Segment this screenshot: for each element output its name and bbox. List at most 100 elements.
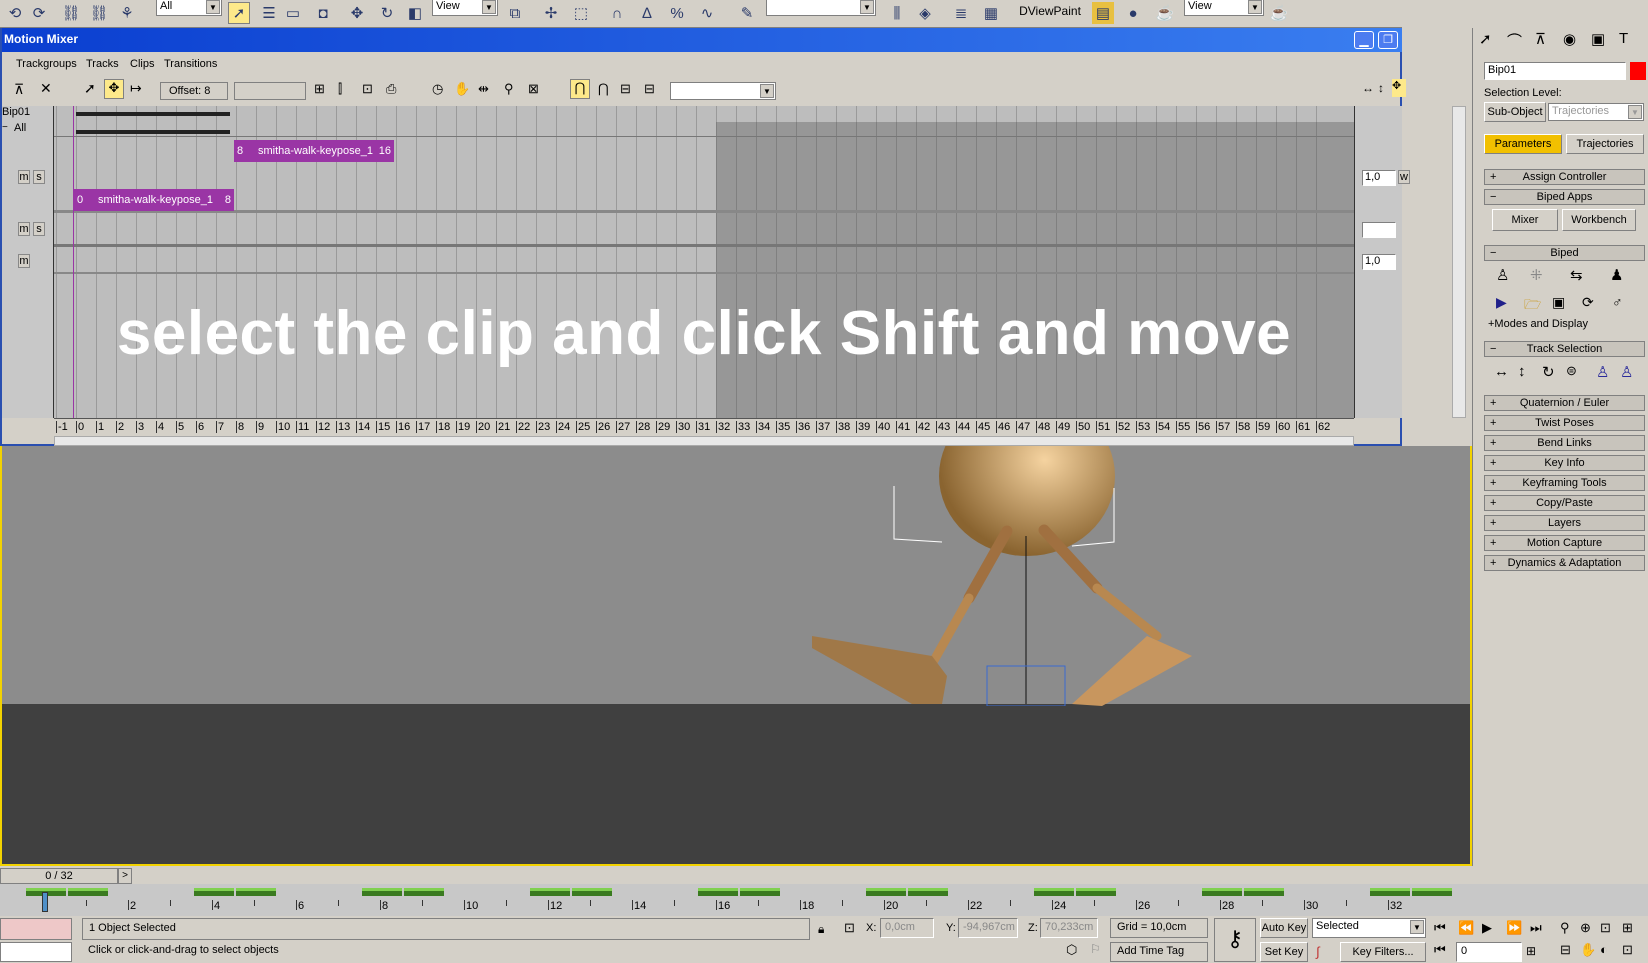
isolate-icon[interactable]: ⬡ — [1066, 942, 1077, 958]
object-name-field[interactable]: Bip01 — [1484, 62, 1626, 80]
rollout-bend-links[interactable]: + Bend Links — [1484, 435, 1645, 451]
lock-cog-icon[interactable]: ⊜ — [1566, 363, 1577, 379]
minimize-button[interactable]: ▁ — [1354, 31, 1374, 49]
go-to-end-icon[interactable]: ⏭ — [1530, 920, 1542, 936]
weight-button-1[interactable]: w — [1398, 170, 1410, 184]
maximize-button[interactable]: ❐ — [1378, 31, 1398, 49]
track-bar[interactable]: 2 4 6 8 10 12 14 16 18 20 22 24 26 28 30 32 — [0, 884, 1648, 916]
set-key-big-button[interactable]: ⚷ — [1214, 918, 1256, 962]
frame-ruler[interactable]: -1 0 1 2 3 4 5 6 7 8 9 10 11 12 13 14 15 16 17 18 19 20 21 22 23… — [54, 418, 1354, 436]
rotate-icon[interactable]: ↻ — [376, 2, 398, 24]
mixer-mode-icon[interactable]: ♟ — [1610, 266, 1623, 284]
select-object-icon[interactable]: ➚ — [228, 2, 250, 24]
utilities-tab-icon[interactable]: T — [1619, 30, 1628, 47]
resize-vertical-icon[interactable]: ↕ — [1378, 81, 1384, 95]
preview-icon[interactable]: ⊟ — [620, 81, 631, 97]
footstep-mode-icon[interactable]: ⁜ — [1530, 266, 1543, 284]
rect-selection-icon[interactable]: ▭ — [282, 2, 304, 24]
next-frame-icon[interactable]: ⏩ — [1506, 920, 1522, 936]
weight-field-3[interactable]: 1,0 — [1362, 254, 1396, 270]
zoom-extents-viewport-icon[interactable]: ⊡ — [1600, 920, 1611, 936]
playback-icon[interactable]: ▶ — [1496, 294, 1507, 311]
orbit-icon[interactable]: ◐ — [1600, 942, 1608, 957]
auto-key-button[interactable]: Auto Key — [1260, 918, 1308, 938]
time-tag-icon[interactable]: ⚐ — [1090, 942, 1101, 956]
parameters-tab[interactable]: Parameters — [1484, 134, 1562, 154]
collapse-icon[interactable]: − — [2, 122, 8, 133]
all-label[interactable]: All — [14, 122, 26, 134]
bind-space-warp-icon[interactable]: ⚘ — [116, 2, 138, 24]
quick-render-icon[interactable]: ☕ — [1268, 2, 1290, 24]
mute-button-3[interactable]: m — [18, 254, 30, 268]
selection-lock-icon[interactable]: 🔒︎ — [818, 922, 824, 937]
curve-editor-icon[interactable]: ▦ — [980, 2, 1002, 24]
rollout-key-info[interactable]: + Key Info — [1484, 455, 1645, 471]
dviewpaint-button[interactable]: DViewPaint — [1010, 0, 1090, 24]
key-marker[interactable] — [194, 888, 234, 896]
spinner-snap-icon[interactable]: ∿ — [696, 2, 718, 24]
key-marker[interactable] — [1244, 888, 1284, 896]
keyboard-shortcut-icon[interactable]: ⬚ — [570, 2, 592, 24]
scale-clip-icon[interactable]: ⫿ — [338, 81, 342, 97]
rollout-quaternion-euler[interactable]: + Quaternion / Euler — [1484, 395, 1645, 411]
maxscript-listener[interactable] — [0, 918, 72, 940]
render-scene-icon[interactable]: ☕ — [1154, 2, 1176, 24]
mirror-icon[interactable]: ⫼ — [886, 2, 908, 24]
clip-top[interactable]: 8 smitha-walk-keypose_1 16 — [234, 140, 394, 162]
menu-tracks[interactable]: Tracks — [86, 58, 119, 70]
rollout-layers[interactable]: + Layers — [1484, 515, 1645, 531]
key-marker[interactable] — [68, 888, 108, 896]
select-tool-icon[interactable]: ➚ — [84, 80, 96, 97]
menu-transitions[interactable]: Transitions — [164, 58, 217, 70]
range-bar-top[interactable] — [76, 112, 230, 116]
opposite-icon[interactable]: ♙ — [1620, 363, 1633, 381]
snaps-toggle-icon[interactable]: ∩ — [606, 2, 628, 24]
lock-icon[interactable]: ⋂ — [598, 81, 609, 97]
weight-field-1[interactable]: 1,0 — [1362, 170, 1396, 186]
zoom-extents-icon[interactable]: ⇹ — [478, 81, 489, 97]
move-clips-icon[interactable]: ✥ — [104, 79, 124, 99]
key-mode-dropdown[interactable]: Selected ▼ — [1312, 918, 1426, 938]
display-tab-icon[interactable]: ▣ — [1591, 30, 1605, 48]
pivot-center-icon[interactable]: ⧉ — [504, 2, 526, 24]
modify-tab-icon[interactable]: ⌒ — [1507, 30, 1522, 51]
range-bar-all[interactable] — [76, 130, 230, 134]
y-coordinate-field[interactable]: -94,967cm — [958, 918, 1018, 938]
set-range-icon[interactable]: ⊼ — [14, 81, 24, 98]
slider-next-icon[interactable]: > — [118, 868, 132, 884]
key-marker[interactable] — [404, 888, 444, 896]
maximize-viewport-icon[interactable]: ⊡ — [1622, 942, 1633, 958]
convert-icon[interactable]: ⟳ — [1582, 294, 1594, 311]
modes-and-display-label[interactable]: +Modes and Display — [1488, 318, 1588, 330]
load-file-icon[interactable]: 🗁 — [1524, 294, 1541, 318]
slide-clips-icon[interactable]: ↦ — [130, 80, 142, 97]
pan-view-icon[interactable]: ✋ — [1580, 942, 1596, 958]
play-icon[interactable]: ▶ — [1482, 920, 1492, 936]
mute-button-2[interactable]: m — [18, 222, 30, 236]
key-marker[interactable] — [866, 888, 906, 896]
menu-clips[interactable]: Clips — [130, 58, 154, 70]
rollout-motion-capture[interactable]: + Motion Capture — [1484, 535, 1645, 551]
pan-icon[interactable]: ✋ — [454, 81, 470, 97]
sub-object-button[interactable]: Sub-Object — [1484, 102, 1546, 122]
percent-snap-icon[interactable]: % — [666, 2, 688, 24]
key-marker[interactable] — [1076, 888, 1116, 896]
trim-icon[interactable]: ⊞ — [314, 81, 325, 97]
hierarchy-tab-icon[interactable]: ⊼ — [1535, 30, 1546, 48]
selection-filter-dropdown[interactable]: All ▼ — [156, 0, 222, 16]
unlink-icon[interactable]: ⛓ — [88, 2, 110, 24]
rollout-dynamics-adaptation[interactable]: + Dynamics & Adaptation — [1484, 555, 1645, 571]
angle-snap-icon[interactable]: ∆ — [636, 2, 658, 24]
key-marker[interactable] — [698, 888, 738, 896]
perspective-viewport[interactable] — [0, 446, 1472, 866]
body-rotation-icon[interactable]: ↻ — [1542, 363, 1555, 381]
figure-mode-icon[interactable]: ♙ — [1496, 266, 1509, 284]
select-by-name-icon[interactable]: ☰ — [258, 2, 280, 24]
motion-flow-icon[interactable]: ⇆ — [1570, 266, 1583, 284]
zoom-all-icon[interactable]: ⊕ — [1580, 920, 1591, 936]
go-to-start-icon[interactable]: ⏮ — [1434, 920, 1446, 936]
move-view-icon[interactable]: ✥ — [1392, 79, 1406, 97]
z-coordinate-field[interactable]: 70,233cm — [1040, 918, 1098, 938]
x-coordinate-field[interactable]: 0,0cm — [880, 918, 934, 938]
move-all-mode-icon[interactable]: ♂ — [1612, 294, 1623, 310]
